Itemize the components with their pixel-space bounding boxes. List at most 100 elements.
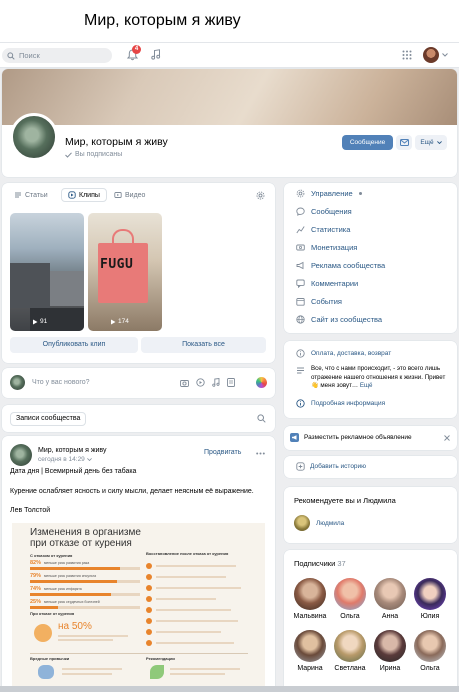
wall-post: Мир, которым я живу сегодня в 14:29 Прод…: [2, 436, 275, 692]
settings-icon[interactable]: [256, 191, 265, 200]
recommend-avatar[interactable]: [294, 515, 310, 531]
clip-thumbnail[interactable]: FUGU 174: [88, 213, 162, 331]
sidebar-item-monetization[interactable]: Монетизация: [296, 240, 357, 254]
article-icon[interactable]: [227, 378, 235, 387]
subscriber[interactable]: Ольга: [410, 630, 450, 672]
subscribers-block: Подписчики 37 Мальвина Ольга Анна Юлия М…: [284, 550, 457, 692]
clip-icon: [68, 191, 76, 199]
music-icon[interactable]: [212, 378, 220, 387]
stat-row: 25% меньше риск сердечных болезней: [30, 599, 140, 609]
close-icon[interactable]: [444, 435, 450, 441]
community-name: Мир, которым я живу: [65, 136, 168, 148]
details-row[interactable]: Подробная информация: [296, 399, 385, 408]
recommend-title: Рекомендуете вы и Людмила: [294, 496, 396, 505]
sidebar-item-stats[interactable]: Статистика: [296, 222, 350, 236]
post-time: сегодня в 14:29: [38, 456, 92, 463]
show-all-button[interactable]: Показать все: [141, 337, 266, 353]
window-title: Мир, которым я живу: [84, 12, 241, 29]
check-icon: [65, 151, 72, 158]
composer-tools: [180, 378, 235, 387]
post-composer: Что у вас нового?: [2, 368, 275, 398]
apps-grid-icon[interactable]: [402, 50, 412, 60]
more-button[interactable]: Ещё: [415, 135, 447, 150]
bag-print: FUGU: [100, 257, 134, 272]
color-wheel-icon[interactable]: [256, 377, 267, 388]
publish-clip-button[interactable]: Опубликовать клип: [10, 337, 138, 353]
subscriber[interactable]: Ольга: [330, 578, 370, 620]
community-info: Оплата, доставка, возврат Все, что с нам…: [284, 341, 457, 418]
stat-row: 74% меньше риск инфаркта: [30, 586, 140, 596]
top-bar: Поиск 4: [0, 42, 459, 68]
post-text-line: Курение ослабляет ясность и силу мысли, …: [10, 488, 254, 495]
add-story[interactable]: Добавить историю: [284, 456, 457, 478]
tab-community-posts[interactable]: Записи сообщества: [10, 412, 87, 426]
profile-header: Мир, которым я живу Вы подписаны Сообщен…: [2, 69, 457, 177]
mail-button[interactable]: [396, 135, 412, 150]
info-icon: [296, 399, 305, 408]
tab-articles[interactable]: Статьи: [14, 191, 48, 199]
post-text-line: Лев Толстой: [10, 507, 51, 514]
promote-link[interactable]: Продвигать: [204, 449, 241, 456]
megaphone-icon: [290, 433, 299, 442]
subscriber[interactable]: Мальвина: [290, 578, 330, 620]
comment-icon: [296, 279, 305, 288]
clip-icon[interactable]: [196, 378, 205, 387]
search-input[interactable]: Поиск: [19, 51, 40, 60]
subscribers-title[interactable]: Подписчики 37: [294, 559, 346, 568]
payment-row[interactable]: Оплата, доставка, возврат: [296, 349, 391, 358]
composer-input[interactable]: Что у вас нового?: [32, 379, 90, 386]
mail-icon: [399, 139, 409, 146]
search-icon[interactable]: [257, 414, 266, 423]
avatar: [334, 578, 366, 610]
subscriber[interactable]: Анна: [370, 578, 410, 620]
tab-clips[interactable]: Клипы: [61, 188, 107, 202]
sidebar-item-ads[interactable]: Реклама сообщества: [296, 258, 385, 272]
subscribers-count: 37: [337, 559, 346, 568]
message-button[interactable]: Сообщение: [342, 135, 393, 150]
play-icon: [32, 319, 38, 325]
horizontal-scrollbar[interactable]: [0, 686, 459, 692]
chevron-down-icon: [86, 458, 92, 461]
wall-header: Записи сообщества: [2, 405, 275, 432]
post-author-avatar[interactable]: [10, 444, 32, 466]
clip-views: 91: [40, 318, 48, 325]
stat-row: 79% меньше риск развития инсульта: [30, 573, 140, 583]
music-icon[interactable]: [151, 49, 161, 60]
post-infographic[interactable]: Изменения в организме при отказе от куре…: [12, 523, 265, 692]
cover-image: [2, 69, 457, 125]
story-icon: [296, 462, 305, 471]
search-box[interactable]: Поиск: [2, 48, 112, 63]
clip-thumbnail[interactable]: 91: [10, 213, 84, 331]
chevron-down-icon[interactable]: [442, 53, 448, 57]
avatar: [374, 578, 406, 610]
more-icon[interactable]: [256, 452, 265, 455]
avatar: [414, 630, 446, 662]
subscription-status[interactable]: Вы подписаны: [65, 151, 122, 158]
sidebar-item-site[interactable]: Сайт из сообщества: [296, 312, 382, 326]
avatar: [294, 578, 326, 610]
sidebar-item-events[interactable]: События: [296, 294, 342, 308]
more-link[interactable]: Ещё: [360, 382, 373, 389]
user-avatar[interactable]: [423, 47, 439, 63]
window-title-bar: Мир, которым я живу: [0, 0, 459, 42]
sidebar-item-comments[interactable]: Комментарии: [296, 276, 358, 290]
post-author[interactable]: Мир, которым я живу: [38, 447, 107, 454]
subscriber[interactable]: Марина: [290, 630, 330, 672]
notification-badge: 4: [132, 45, 141, 54]
camera-icon[interactable]: [180, 379, 189, 387]
subscriber[interactable]: Ирина: [370, 630, 410, 672]
indicator-dot: [358, 191, 362, 195]
ad-placement-link[interactable]: Разместить рекламное объявление: [290, 433, 412, 442]
sidebar-item-manage[interactable]: Управление: [296, 186, 362, 200]
info-icon: [296, 349, 305, 358]
text-lines-icon: [296, 366, 305, 391]
subscriber[interactable]: Светлана: [330, 630, 370, 672]
community-avatar: [10, 113, 58, 161]
management-menu: Управление Сообщения Статистика Монетиза…: [284, 183, 457, 333]
tab-video[interactable]: Видео: [114, 191, 145, 199]
event-icon: [296, 297, 305, 306]
sidebar-item-messages[interactable]: Сообщения: [296, 204, 352, 218]
recommend-name[interactable]: Людмила: [316, 520, 344, 527]
subscriber[interactable]: Юлия: [410, 578, 450, 620]
video-icon: [114, 191, 122, 199]
